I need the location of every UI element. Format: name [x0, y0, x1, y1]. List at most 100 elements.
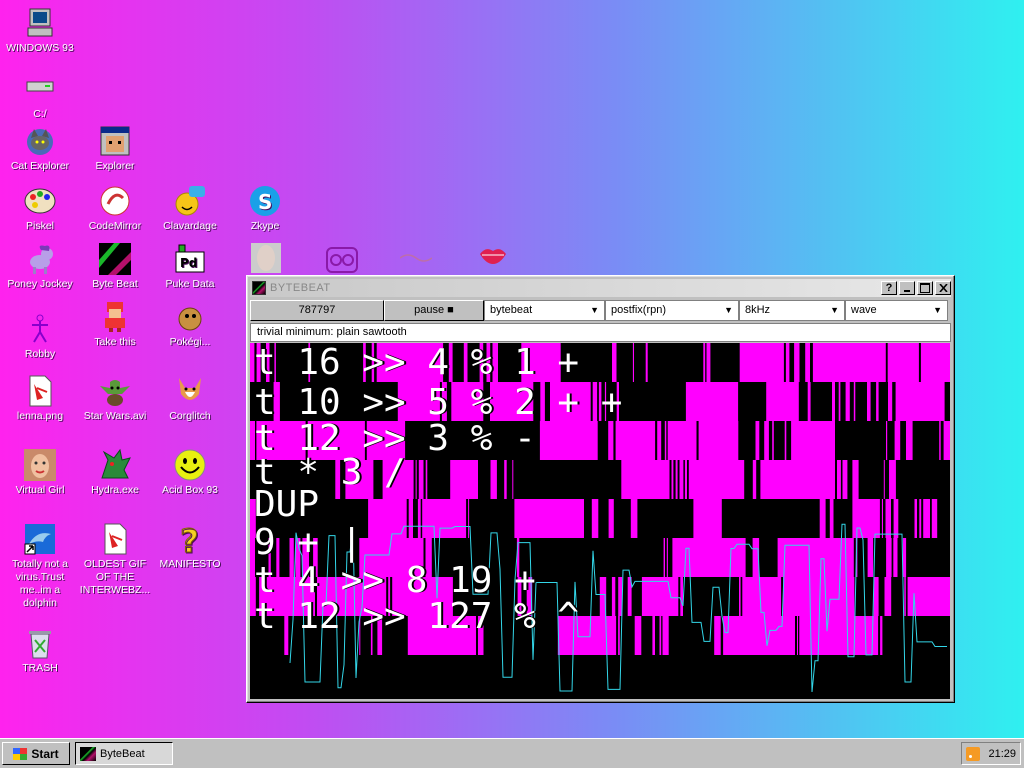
- svg-text:?: ?: [180, 522, 199, 556]
- minimize-button[interactable]: [899, 281, 915, 295]
- desktop-icon-label: Byte Beat: [92, 278, 138, 290]
- desktop-icon-hydra[interactable]: Hydra.exe: [77, 448, 153, 497]
- face-icon[interactable]: [250, 242, 282, 274]
- wave-icon[interactable]: [400, 250, 432, 266]
- desktop-icon-puke-data[interactable]: Pd Puke Data: [152, 242, 228, 291]
- desktop-icon-manifesto[interactable]: ? MANIFESTO: [152, 522, 228, 571]
- window-titlebar[interactable]: BYTEBEAT ?: [250, 279, 951, 297]
- desktop-icon-clavardage[interactable]: Clavardage: [152, 184, 228, 233]
- code-line[interactable]: 9 + |: [254, 525, 362, 561]
- code-line[interactable]: t 12 >> 127 % ^: [254, 599, 579, 635]
- dropdown-arrow-icon: ▼: [933, 305, 942, 315]
- start-button[interactable]: Start: [2, 742, 70, 765]
- desktop-icon-pokegi[interactable]: Pokégi...: [152, 300, 228, 349]
- pattern-block: [662, 616, 669, 655]
- desktop-icon-piskel[interactable]: Piskel: [2, 184, 78, 233]
- image-file-icon: [29, 375, 52, 407]
- pattern-block: [894, 421, 901, 460]
- code-line[interactable]: t 16 >> 4 % 1 +: [254, 345, 579, 381]
- desktop-icon-cat-explorer[interactable]: Cat Explorer: [2, 124, 78, 173]
- pattern-block: [611, 577, 616, 616]
- lips-icon[interactable]: [478, 242, 508, 272]
- pattern-block: [923, 499, 930, 538]
- desktop-icon-label: Zkype: [250, 220, 280, 232]
- pattern-block: [887, 343, 919, 382]
- code-line[interactable]: t 4 >> 8 19 +: [254, 563, 536, 599]
- pattern-block: [368, 499, 407, 538]
- pattern-block: [904, 577, 906, 616]
- owl-icon[interactable]: [325, 244, 359, 274]
- desktop-icon-poney-jockey[interactable]: Poney Jockey: [2, 242, 78, 291]
- window-title: BYTEBEAT: [270, 282, 331, 294]
- pattern-block: [621, 460, 670, 499]
- desktop-icon-star-wars[interactable]: Star Wars.avi: [77, 374, 153, 423]
- windows-logo-icon: [13, 747, 28, 760]
- taskbar-item-label: ByteBeat: [100, 747, 145, 760]
- zkype-icon: S: [250, 186, 280, 216]
- help-button[interactable]: ?: [881, 281, 897, 295]
- pattern-block: [490, 460, 497, 499]
- pattern-block: [666, 538, 668, 577]
- desktop-icon-label: Puke Data: [165, 278, 215, 290]
- pattern-block: [819, 499, 826, 538]
- pause-button[interactable]: pause ■: [384, 300, 484, 321]
- desktop-icon-explorer[interactable]: Explorer: [77, 124, 153, 173]
- pattern-block: [657, 421, 662, 460]
- dolphin-shortcut-icon: [24, 524, 55, 555]
- desktop-icon-c-drive[interactable]: C:/: [2, 72, 78, 121]
- desktop-icon-label: Hydra.exe: [91, 484, 139, 496]
- desktop-icon-zkype[interactable]: S Zkype: [227, 184, 303, 233]
- pattern-block: [652, 616, 655, 655]
- bytebeat-window[interactable]: BYTEBEAT ? 787797 pause ■ bytebeat ▼ pos…: [246, 275, 955, 703]
- close-button[interactable]: [935, 281, 951, 295]
- taskbar-item-bytebeat[interactable]: ByteBeat: [75, 742, 173, 765]
- pattern-block: [663, 538, 665, 577]
- corgi-icon: [179, 378, 201, 400]
- desktop-icon-codemirror[interactable]: CodeMirror: [77, 184, 153, 233]
- pattern-block: [785, 343, 790, 382]
- pattern-block: [693, 499, 722, 538]
- puredata-icon: Pd: [175, 244, 205, 273]
- mode-select[interactable]: bytebeat ▼: [484, 300, 605, 321]
- maximize-button[interactable]: [917, 281, 933, 295]
- desktop-icon-take-this[interactable]: Take this: [77, 300, 153, 349]
- desktop-icon-dolphin[interactable]: Totally not a virus.Trust me..im a dolph…: [2, 522, 78, 610]
- rss-icon[interactable]: [966, 746, 980, 761]
- pattern-block: [739, 343, 784, 382]
- pattern-block: [867, 382, 871, 421]
- desktop-icon-virtual-girl[interactable]: Virtual Girl: [2, 448, 78, 497]
- pattern-block: [415, 460, 417, 499]
- pattern-block: [902, 538, 907, 577]
- desktop-icon-windows93[interactable]: WINDOWS 93: [2, 6, 78, 55]
- view-select[interactable]: wave ▼: [845, 300, 948, 321]
- pattern-block: [634, 616, 642, 655]
- pattern-block: [842, 460, 848, 499]
- desktop-icon-lenna[interactable]: lenna.png: [2, 374, 78, 423]
- code-line[interactable]: DUP: [254, 487, 319, 523]
- pattern-block: [408, 499, 413, 538]
- pattern-block: [752, 460, 757, 499]
- pattern-block: [684, 460, 687, 499]
- pattern-block: [852, 460, 859, 499]
- bytebeat-app-icon: [80, 746, 96, 761]
- pattern-block: [931, 499, 938, 538]
- desktop-icon-byte-beat[interactable]: Byte Beat: [77, 242, 153, 291]
- desktop-icon-acid-box[interactable]: Acid Box 93: [152, 448, 228, 497]
- pattern-block: [772, 421, 774, 460]
- counter-button[interactable]: 787797: [250, 300, 384, 321]
- pattern-block: [664, 421, 667, 460]
- code-line[interactable]: t 10 >> 5 % 2 + +: [254, 385, 622, 421]
- pattern-block: [832, 382, 835, 421]
- notation-select[interactable]: postfix(rpn) ▼: [605, 300, 739, 321]
- rate-select[interactable]: 8kHz ▼: [739, 300, 845, 321]
- desktop-icon-trash[interactable]: TRASH: [2, 626, 78, 675]
- pattern-block: [422, 499, 467, 538]
- desktop-icon-corglitch[interactable]: Corglitch: [152, 374, 228, 423]
- maximize-icon: [920, 283, 930, 293]
- toolbar: 787797 pause ■ bytebeat ▼ postfix(rpn) ▼…: [250, 300, 951, 321]
- bytebeat-canvas[interactable]: t 16 >> 4 % 1 + t 10 >> 5 % 2 + + t 12 >…: [250, 343, 950, 699]
- view-select-value: wave: [851, 304, 877, 316]
- desktop-icon-oldest-gif[interactable]: OLDEST GIF OF THE INTERWEBZ...: [77, 522, 153, 597]
- pattern-block: [723, 616, 795, 655]
- desktop-icon-robby[interactable]: Robby: [2, 312, 78, 361]
